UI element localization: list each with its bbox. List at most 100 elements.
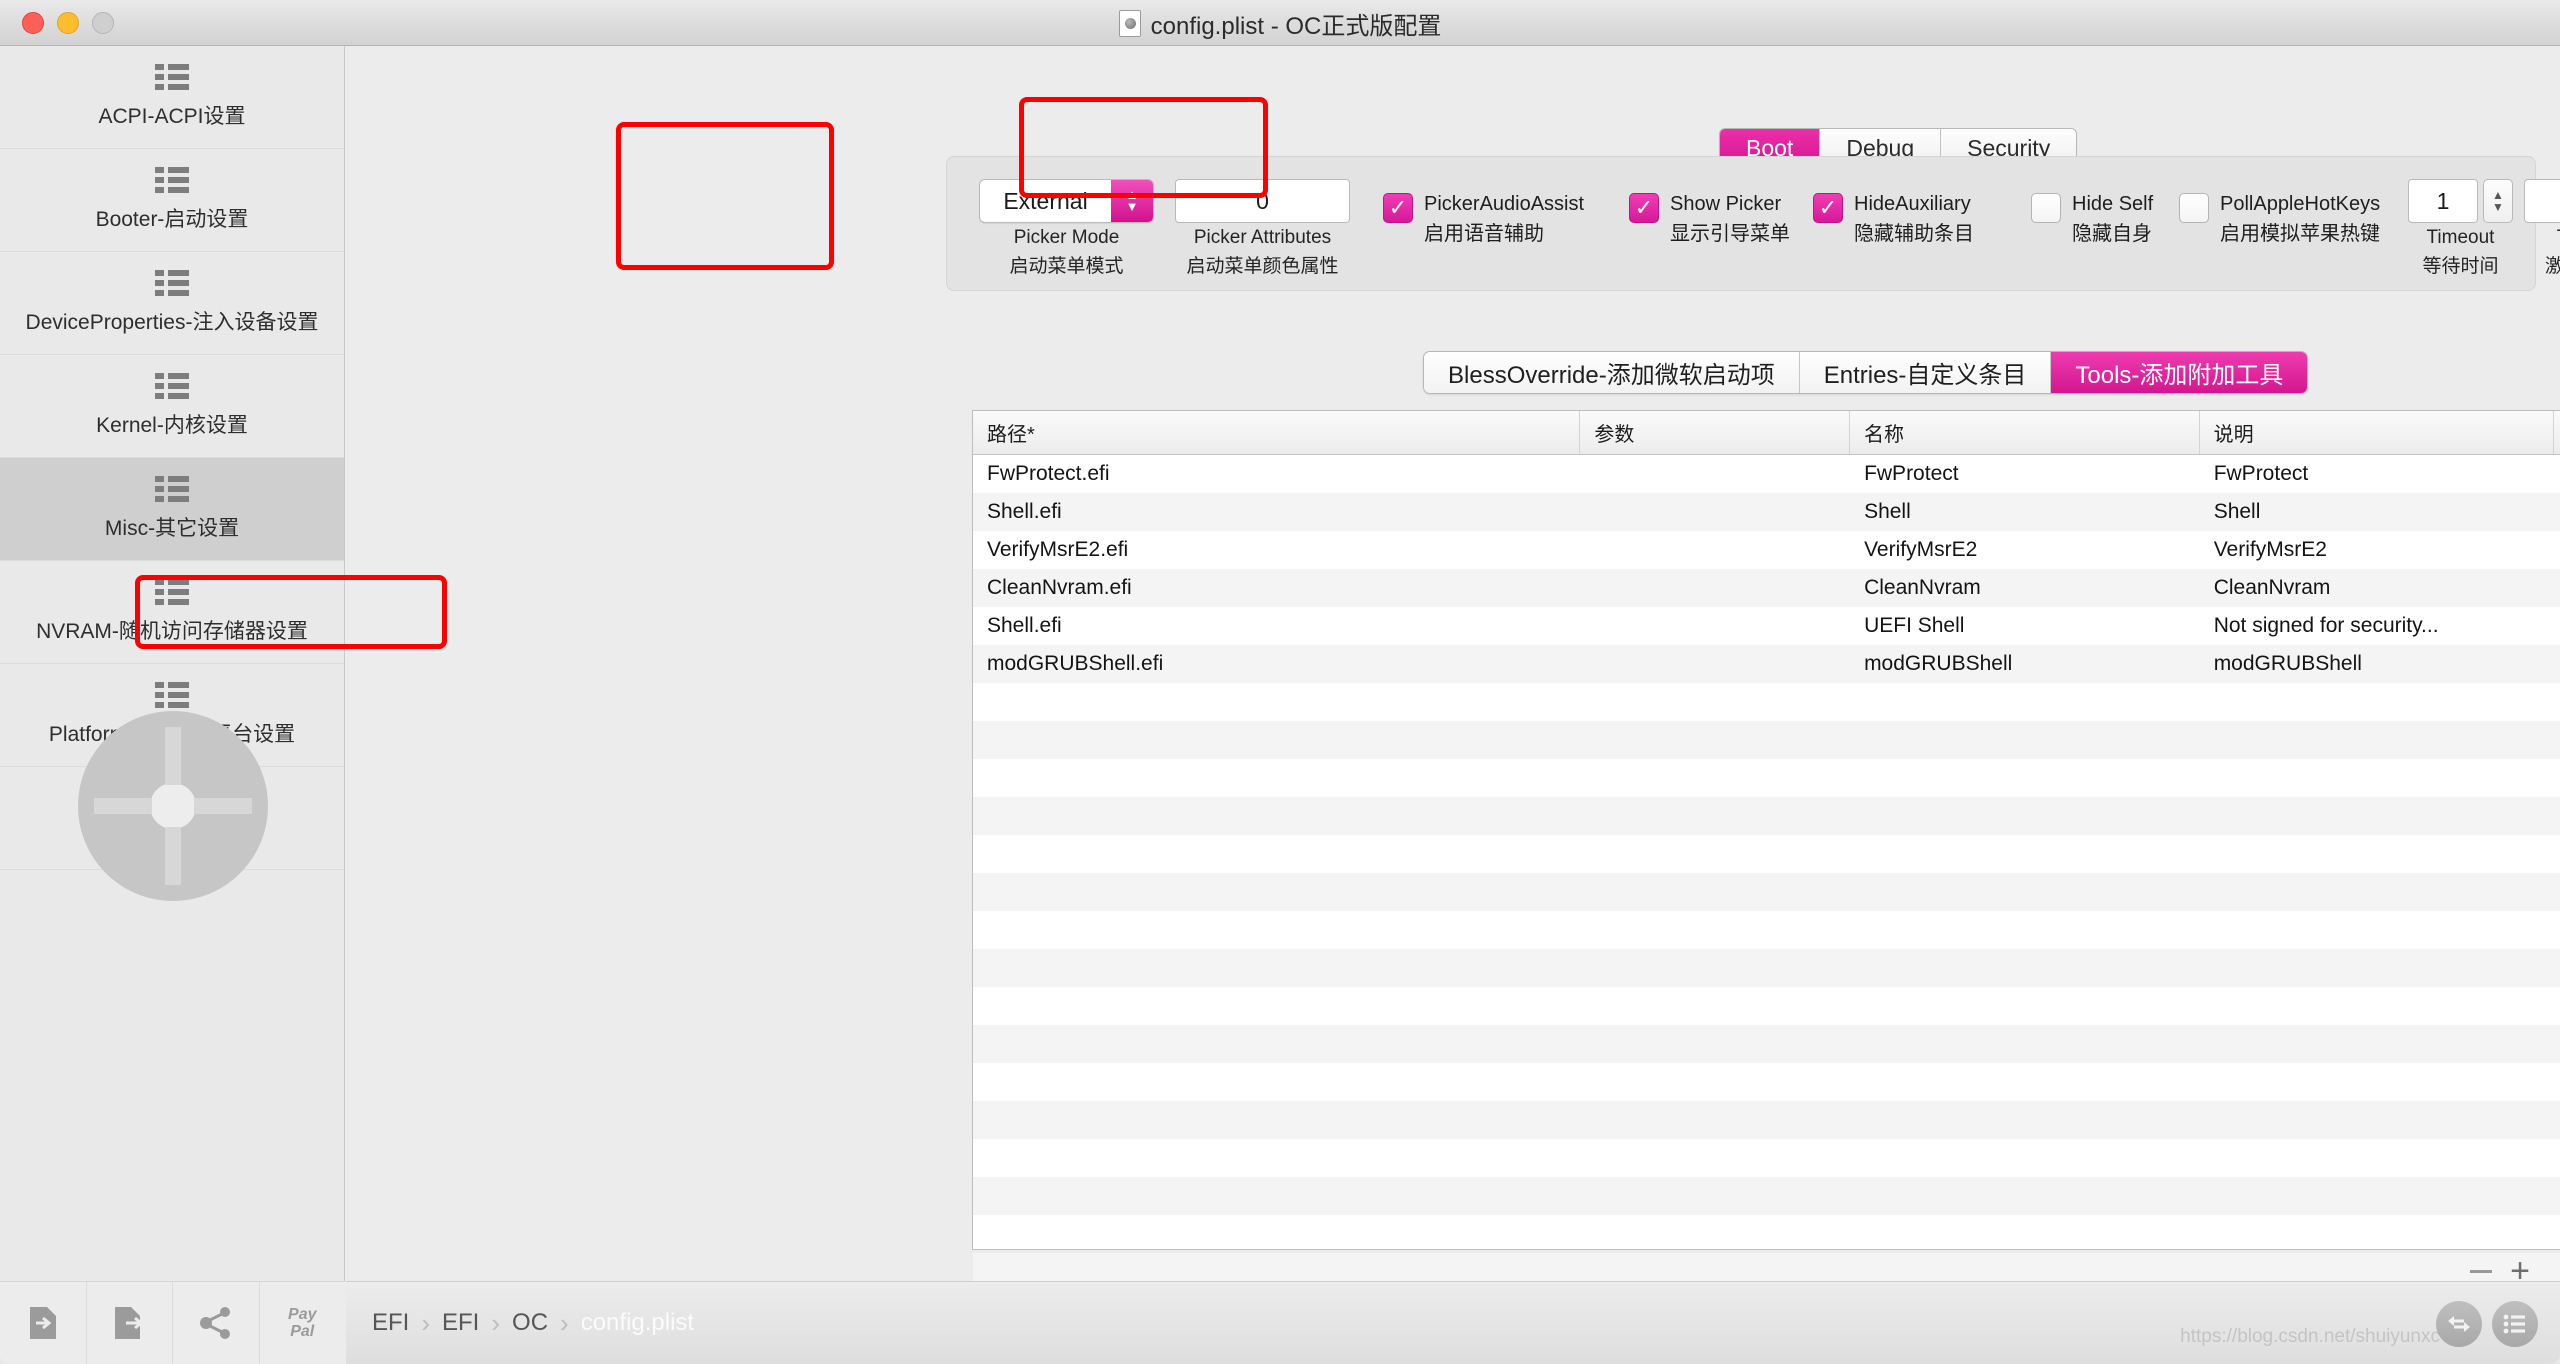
minimize-button[interactable] <box>57 11 79 34</box>
table-row[interactable]: CleanNvram.efiCleanNvramCleanNvram✓✓ <box>973 569 2560 607</box>
breadcrumb-item-0[interactable]: EFI <box>364 1309 417 1337</box>
sidebar-item-deviceproperties[interactable]: DeviceProperties-注入设备设置 <box>0 252 344 355</box>
hideauxiliary-checkbox[interactable]: ✓ <box>1813 193 1843 223</box>
list-icon <box>155 270 189 296</box>
zoom-button[interactable] <box>92 11 114 34</box>
sidebar-item-misc[interactable]: Misc-其它设置 <box>0 458 344 561</box>
column-header-auxiliary[interactable]: 辅助 <box>2554 411 2560 454</box>
table-row-empty[interactable] <box>973 1177 2560 1215</box>
table-row-empty[interactable] <box>973 721 2560 759</box>
hideself-label-cn: 隐藏自身 <box>2072 223 2152 245</box>
tab-entries[interactable]: Entries-自定义条目 <box>1799 352 2052 393</box>
sidebar-item-acpi[interactable]: ACPI-ACPI设置 <box>0 46 344 149</box>
sync-arrows-icon[interactable] <box>2436 1301 2482 1347</box>
picker-mode-select[interactable]: External ▲ ▼ <box>979 179 1154 223</box>
pickeraudioassist-checkbox[interactable]: ✓ <box>1383 193 1413 223</box>
paypal-icon[interactable]: Pay Pal <box>260 1282 346 1364</box>
export-file-icon[interactable] <box>87 1281 173 1364</box>
showpicker-checkbox[interactable]: ✓ <box>1629 193 1659 223</box>
timeout-stepper[interactable]: ▲ ▼ <box>2483 179 2513 223</box>
cell-path: VerifyMsrE2.efi <box>987 538 1129 561</box>
picker-attributes-label-en: Picker Attributes <box>1193 227 1332 248</box>
main-content: Boot Debug Security External ▲ ▼ Picker M… <box>346 46 2560 1291</box>
table-row-empty[interactable] <box>973 987 2560 1025</box>
timeout-group: 1 ▲ ▼ Timeout 等待时间 <box>2408 179 2513 281</box>
picker-mode-group: External ▲ ▼ Picker Mode 启动菜单模式 <box>979 179 1154 281</box>
cell-comment: Shell <box>2213 500 2261 523</box>
status-bar: EFI › EFI › OC › config.plist https://bl… <box>346 1281 2560 1364</box>
table-row-empty[interactable] <box>973 873 2560 911</box>
cell-auxiliary: ✓ <box>2554 531 2560 569</box>
remove-row-button[interactable] <box>2470 1269 2493 1273</box>
takeoffdelay-input[interactable]: 0 <box>2524 179 2560 223</box>
close-button[interactable] <box>22 11 44 34</box>
table-row-empty[interactable] <box>973 1063 2560 1101</box>
cell-auxiliary: ✓ <box>2554 493 2560 531</box>
cell-arguments <box>1580 531 1850 569</box>
sidebar-item-label: Misc-其它设置 <box>104 517 240 540</box>
hideauxiliary-label-en: HideAuxiliary <box>1854 193 1971 215</box>
table-row-empty[interactable] <box>973 1215 2560 1253</box>
takeoffdelay-label-cn: 激活快捷键延迟 <box>2544 256 2560 277</box>
table-header: 路径* 参数 名称 说明 辅助 启用 <box>973 411 2560 455</box>
sidebar-item-nvram[interactable]: NVRAM-随机访问存储器设置 <box>0 561 344 664</box>
table-row-empty[interactable] <box>973 949 2560 987</box>
picker-attributes-input[interactable]: 0 <box>1175 179 1350 223</box>
sidebar-item-label: Booter-启动设置 <box>95 208 249 231</box>
hideself-label-en: Hide Self <box>2072 193 2154 215</box>
chevron-right-icon: › <box>491 1307 501 1338</box>
cell-arguments <box>1580 493 1850 531</box>
column-header-arguments[interactable]: 参数 <box>1580 411 1851 454</box>
pickeraudioassist-checkbox-group: ✓ PickerAudioAssist 启用语音辅助 <box>1383 189 1584 249</box>
table-row[interactable]: modGRUBShell.efi modGRUBShell modGRUBShell… <box>973 645 2560 683</box>
sidebar-item-label: NVRAM-随机访问存储器设置 <box>36 620 308 643</box>
tab-blessoverride[interactable]: BlessOverride-添加微软启动项 <box>1424 352 1800 393</box>
table-row-empty[interactable] <box>973 1025 2560 1063</box>
wheel-icon <box>77 711 268 901</box>
table-row-empty[interactable] <box>973 797 2560 835</box>
cell-path: modGRUBShell.efi <box>987 652 1164 675</box>
table-row-empty[interactable] <box>973 683 2560 721</box>
breadcrumb-item-2[interactable]: OC <box>504 1309 556 1337</box>
table-row[interactable]: VerifyMsrE2.efiVerifyMsrE2VerifyMsrE2✓✓ <box>973 531 2560 569</box>
sidebar-toolbar: Pay Pal <box>0 1281 345 1364</box>
picker-mode-label-cn: 启动菜单模式 <box>1009 256 1124 277</box>
column-header-name[interactable]: 名称 <box>1850 411 2200 454</box>
cell-arguments <box>1580 455 1850 493</box>
watermark-text: https://blog.csdn.net/shuiyunxc <box>2180 1326 2440 1347</box>
share-icon[interactable] <box>173 1281 260 1364</box>
table-row-empty[interactable] <box>973 759 2560 797</box>
table-row[interactable]: Shell.efiShellShell✓✓ <box>973 493 2560 531</box>
import-file-icon[interactable] <box>0 1281 87 1364</box>
column-header-path[interactable]: 路径* <box>973 411 1581 454</box>
cell-auxiliary: ✓ <box>2554 455 2560 493</box>
pickeraudioassist-label-en: PickerAudioAssist <box>1424 193 1585 215</box>
pollapplehotkeys-label-en: PollAppleHotKeys <box>2220 193 2381 215</box>
column-header-comment[interactable]: 说明 <box>2200 411 2555 454</box>
pollapplehotkeys-checkbox[interactable]: ✓ <box>2179 193 2209 223</box>
table-row-empty[interactable] <box>973 911 2560 949</box>
tab-tools[interactable]: Tools-添加附加工具 <box>2051 352 2308 393</box>
picker-attributes-label-cn: 启动菜单颜色属性 <box>1186 256 1339 277</box>
table-row-empty[interactable] <box>973 835 2560 873</box>
sidebar-item-kernel[interactable]: Kernel-内核设置 <box>0 355 344 458</box>
plist-document-icon <box>1118 9 1141 37</box>
cell-name: modGRUBShell <box>1864 652 2013 675</box>
table-row-empty[interactable] <box>973 1101 2560 1139</box>
chevron-updown-icon[interactable]: ▲ ▼ <box>1111 180 1153 222</box>
picker-mode-value: External <box>1003 187 1088 214</box>
breadcrumb-item-3[interactable]: config.plist <box>573 1309 702 1337</box>
hideself-checkbox[interactable]: ✓ <box>2031 193 2061 223</box>
table-row-empty[interactable] <box>973 1139 2560 1177</box>
table-row[interactable]: FwProtect.efiFwProtectFwProtect✓✓ <box>973 455 2560 493</box>
pickeraudioassist-label-cn: 启用语音辅助 <box>1424 223 1544 245</box>
sidebar-item-booter[interactable]: Booter-启动设置 <box>0 149 344 252</box>
breadcrumb-item-1[interactable]: EFI <box>434 1309 487 1337</box>
tools-tabbar[interactable]: BlessOverride-添加微软启动项 Entries-自定义条目 Tool… <box>1423 351 2309 394</box>
timeout-label-en: Timeout <box>2426 227 2495 248</box>
status-buttons <box>2436 1301 2538 1347</box>
list-view-icon[interactable] <box>2492 1301 2538 1347</box>
table-row[interactable]: Shell.efi UEFI Shell Not signed for securi… <box>973 607 2560 645</box>
cell-name: FwProtect <box>1864 462 1959 485</box>
timeout-input[interactable]: 1 <box>2408 179 2478 223</box>
